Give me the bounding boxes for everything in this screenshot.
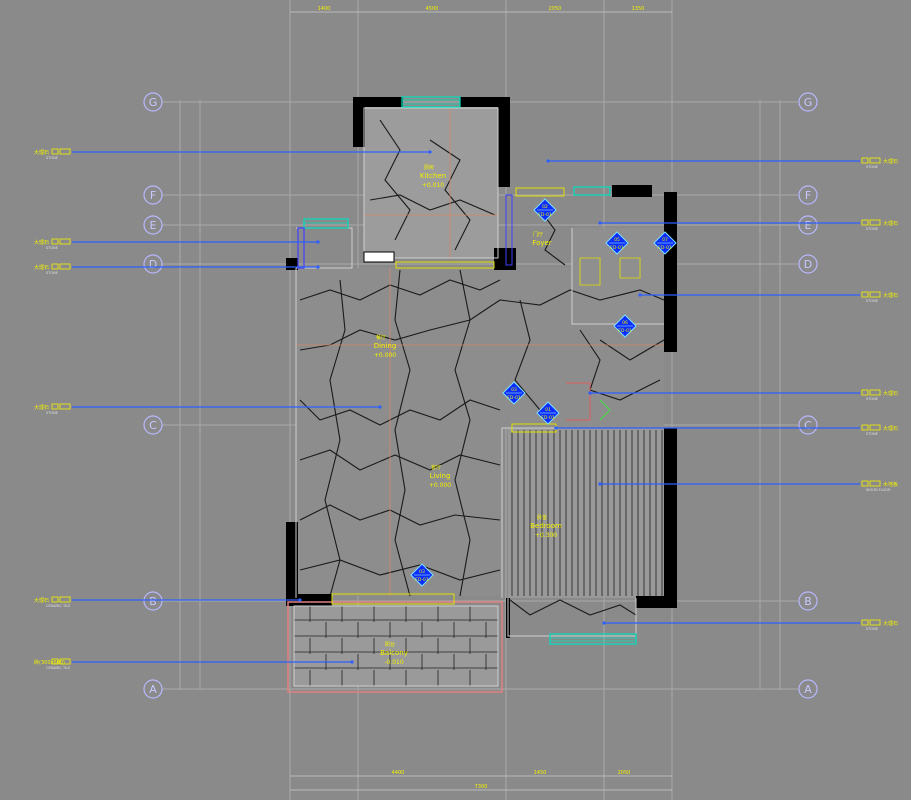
material-note-sub: STONE	[866, 299, 878, 303]
wall	[498, 97, 510, 187]
material-note-text: 大理石	[34, 149, 49, 156]
material-note-text: 大理石	[883, 220, 898, 227]
tag-number: 02	[542, 204, 548, 210]
grid-label: C	[149, 419, 157, 432]
wall	[636, 596, 677, 608]
material-note-sub: STONE	[46, 246, 58, 250]
room-name-cn: 厨房	[424, 164, 434, 171]
material-note-right: 大理石 STONE	[638, 291, 898, 303]
room-name: Dining	[374, 342, 397, 350]
floor-plan-drawing: G G F F E E D D C C B B A A 1400 4500 2050 1350 4400 1450 2…	[34, 0, 898, 800]
room-level: +0.300	[535, 532, 557, 539]
tag-code: FD-01	[538, 212, 552, 218]
material-note-sub: STONE	[46, 156, 58, 160]
room-name: Balcony	[380, 649, 408, 657]
material-note-sub: STONE	[866, 165, 878, 169]
dimension-label: 1350	[632, 6, 645, 12]
material-note-sub: CERAMIC TILE	[46, 666, 70, 670]
grid-label: F	[150, 189, 156, 202]
grid-label: F	[805, 189, 811, 202]
room-name-cn: 阳台	[385, 641, 395, 648]
room-name-cn: 客厅	[431, 464, 441, 471]
window	[303, 218, 349, 229]
material-note-right: 大理石 STONE	[546, 157, 898, 169]
grid-label: B	[804, 595, 812, 608]
material-note-sub: CERAMIC TILE	[46, 604, 70, 608]
tag-code: FD-01	[610, 245, 624, 251]
material-note-text: 大理石	[883, 390, 898, 397]
tag-number: 07	[662, 237, 668, 243]
material-note-sub: STONE	[46, 271, 58, 275]
material-note-text: 大理石	[883, 620, 898, 627]
grid-label: D	[149, 258, 157, 271]
room-level: +0.000	[429, 482, 451, 489]
dimension-label: 1400	[318, 6, 331, 12]
room-level: +0.000	[374, 352, 396, 359]
grid-label: G	[804, 96, 813, 109]
material-note-text: 大理石	[883, 425, 898, 432]
material-note-sub: STONE	[866, 227, 878, 231]
room-name-cn: 门厅	[533, 231, 543, 238]
window	[573, 186, 611, 196]
grid-label: E	[805, 219, 812, 232]
bedroom-floor	[508, 428, 664, 598]
wall	[353, 97, 403, 107]
dimension-label: 2050	[618, 770, 631, 776]
room-name: Living	[430, 472, 451, 480]
material-note-text: 大理石	[34, 597, 49, 604]
material-note-sub: WOOD FLOOR	[866, 488, 891, 492]
tag-code: FD-01	[618, 328, 632, 334]
grid-label: C	[804, 419, 812, 432]
dimension-label: 4500	[426, 6, 439, 12]
material-note-sub: STONE	[866, 397, 878, 401]
material-note-left: 大理石STONE	[34, 238, 320, 250]
floor-tag: 02 FD-01	[533, 198, 557, 222]
material-note-text: 大理石	[34, 404, 49, 411]
dimension-label: 2050	[549, 6, 562, 12]
room-name-cn: 餐厅	[376, 334, 386, 341]
wall	[664, 428, 677, 608]
tag-number: 06	[622, 320, 628, 326]
room-name: Kitchen	[420, 172, 446, 180]
tag-code: FD-01	[415, 577, 429, 583]
wall	[494, 248, 516, 270]
tag-number: 01	[545, 407, 551, 413]
material-note-text: 大理石	[883, 292, 898, 299]
material-note-sub: STONE	[866, 432, 878, 436]
grid-label: D	[804, 258, 812, 271]
grid-label: G	[149, 96, 158, 109]
material-note-right: 大理石 STONE	[602, 619, 898, 631]
material-note-text: 大理石	[34, 239, 49, 246]
tag-code: FD-01	[507, 395, 521, 401]
material-note-left: 大理石STONE	[34, 263, 320, 275]
wall	[612, 185, 652, 197]
material-note-left: 大理石CERAMIC TILE	[34, 596, 302, 608]
grid-label: B	[149, 595, 157, 608]
tag-code: FD-01	[541, 415, 555, 421]
tag-code: FD-01	[658, 245, 672, 251]
room-name: Bedroom	[530, 522, 562, 530]
material-note-sub: STONE	[46, 411, 58, 415]
dimension-label: 1450	[534, 770, 547, 776]
living-floor	[296, 268, 502, 596]
grid-label: A	[804, 683, 812, 696]
tag-number: 03	[419, 569, 425, 575]
room-name-cn: 卧室	[537, 514, 547, 521]
material-note-sub: STONE	[866, 627, 878, 631]
tag-number: 03	[511, 387, 517, 393]
room-level: -0.010	[384, 659, 404, 666]
tag-number: 05	[614, 237, 620, 243]
material-note-text: 大理石	[34, 264, 49, 271]
grid-label: E	[150, 219, 157, 232]
dimension-total: 7300	[475, 784, 488, 790]
room-name: Foyer	[532, 239, 552, 247]
dimension-label: 4400	[392, 770, 405, 776]
material-note-text: 大理石	[883, 158, 898, 165]
room-label-group: 门厅Foyer	[532, 231, 552, 247]
balcony-floor	[294, 606, 498, 686]
grid-label: A	[149, 683, 157, 696]
wall	[664, 192, 677, 352]
room-level: +0.010	[422, 182, 444, 189]
material-note-text: 木地板	[883, 481, 898, 488]
